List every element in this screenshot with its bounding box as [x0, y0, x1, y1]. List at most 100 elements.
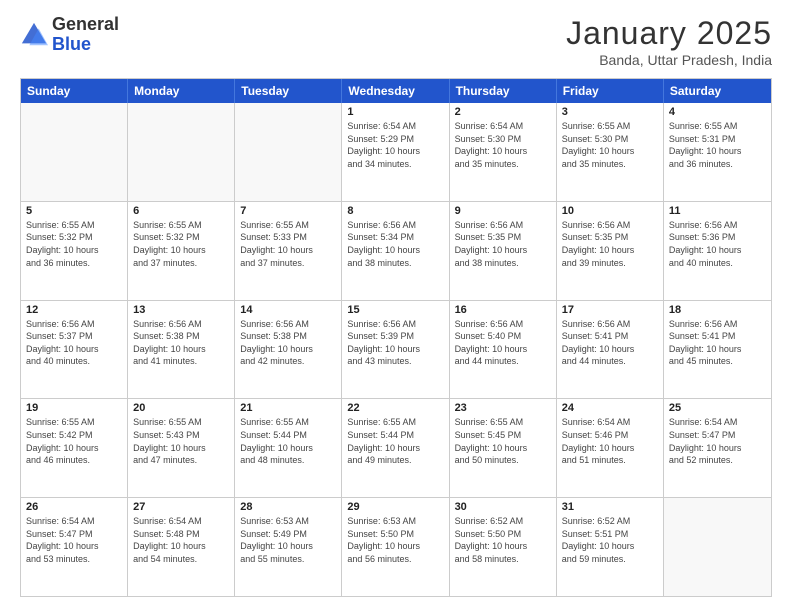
day-number-10: 10	[562, 205, 658, 217]
calendar-day-22: 22Sunrise: 6:55 AM Sunset: 5:44 PM Dayli…	[342, 399, 449, 497]
calendar-day-6: 6 Sunrise: 6:55 AM Sunset: 5:32 PM Daylig…	[128, 202, 235, 300]
day-info-20: Sunrise: 6:55 AM Sunset: 5:43 PM Dayligh…	[133, 416, 229, 466]
calendar-day-17: 17 Sunrise: 6:56 AM Sunset: 5:41 PM Dayli…	[557, 301, 664, 399]
calendar-day-18: 18 Sunrise: 6:56 AM Sunset: 5:41 PM Dayli…	[664, 301, 771, 399]
day-number-25: 25	[669, 402, 766, 414]
calendar: Sunday Monday Tuesday Wednesday Thursday…	[20, 78, 772, 597]
day-number-19: 19	[26, 402, 122, 414]
day-info-18: Sunrise: 6:56 AM Sunset: 5:41 PM Dayligh…	[669, 318, 766, 368]
day-header-sunday: Sunday	[21, 79, 128, 103]
day-info-16: Sunrise: 6:56 AM Sunset: 5:40 PM Dayligh…	[455, 318, 551, 368]
calendar-day-9: 9 Sunrise: 6:56 AM Sunset: 5:35 PM Daylig…	[450, 202, 557, 300]
day-info-9: Sunrise: 6:56 AM Sunset: 5:35 PM Dayligh…	[455, 219, 551, 269]
day-info-24: Sunrise: 6:54 AM Sunset: 5:46 PM Dayligh…	[562, 416, 658, 466]
calendar-day-28: 28 Sunrise: 6:53 AM Sunset: 5:49 PM Dayli…	[235, 498, 342, 596]
logo-blue: Blue	[52, 34, 91, 54]
day-info-25: Sunrise: 6:54 AM Sunset: 5:47 PM Dayligh…	[669, 416, 766, 466]
calendar-day-14: 14 Sunrise: 6:56 AM Sunset: 5:38 PM Dayli…	[235, 301, 342, 399]
day-info-15: Sunrise: 6:56 AM Sunset: 5:39 PM Dayligh…	[347, 318, 443, 368]
day-number-3: 3	[562, 106, 658, 118]
calendar-day-15: 15 Sunrise: 6:56 AM Sunset: 5:39 PM Dayli…	[342, 301, 449, 399]
day-number-22: 22	[347, 402, 443, 414]
calendar-day-25: 25 Sunrise: 6:54 AM Sunset: 5:47 PM Dayli…	[664, 399, 771, 497]
calendar-day-13: 13 Sunrise: 6:56 AM Sunset: 5:38 PM Dayli…	[128, 301, 235, 399]
day-number-20: 20	[133, 402, 229, 414]
calendar-day-30: 30 Sunrise: 6:52 AM Sunset: 5:50 PM Dayli…	[450, 498, 557, 596]
calendar-day-11: 11Sunrise: 6:56 AM Sunset: 5:36 PM Dayli…	[664, 202, 771, 300]
day-info-28: Sunrise: 6:53 AM Sunset: 5:49 PM Dayligh…	[240, 515, 336, 565]
day-info-13: Sunrise: 6:56 AM Sunset: 5:38 PM Dayligh…	[133, 318, 229, 368]
day-info-29: Sunrise: 6:53 AM Sunset: 5:50 PM Dayligh…	[347, 515, 443, 565]
title-block: January 2025 Banda, Uttar Pradesh, India	[566, 15, 772, 68]
calendar-day-10: 10 Sunrise: 6:56 AM Sunset: 5:35 PM Dayli…	[557, 202, 664, 300]
calendar-day-29: 29 Sunrise: 6:53 AM Sunset: 5:50 PM Dayli…	[342, 498, 449, 596]
calendar-day-4: 4Sunrise: 6:55 AM Sunset: 5:31 PM Daylig…	[664, 103, 771, 201]
day-number-9: 9	[455, 205, 551, 217]
day-header-wednesday: Wednesday	[342, 79, 449, 103]
calendar-day-5: 5 Sunrise: 6:55 AM Sunset: 5:32 PM Daylig…	[21, 202, 128, 300]
calendar-week-2: 5 Sunrise: 6:55 AM Sunset: 5:32 PM Daylig…	[21, 202, 771, 301]
day-info-21: Sunrise: 6:55 AM Sunset: 5:44 PM Dayligh…	[240, 416, 336, 466]
day-info-5: Sunrise: 6:55 AM Sunset: 5:32 PM Dayligh…	[26, 219, 122, 269]
day-number-29: 29	[347, 501, 443, 513]
calendar-day-empty	[128, 103, 235, 201]
logo-icon	[20, 21, 48, 49]
logo: General Blue	[20, 15, 119, 55]
day-info-19: Sunrise: 6:55 AM Sunset: 5:42 PM Dayligh…	[26, 416, 122, 466]
calendar-day-31: 31Sunrise: 6:52 AM Sunset: 5:51 PM Dayli…	[557, 498, 664, 596]
day-info-2: Sunrise: 6:54 AM Sunset: 5:30 PM Dayligh…	[455, 120, 551, 170]
day-number-26: 26	[26, 501, 122, 513]
day-info-27: Sunrise: 6:54 AM Sunset: 5:48 PM Dayligh…	[133, 515, 229, 565]
calendar-day-21: 21Sunrise: 6:55 AM Sunset: 5:44 PM Dayli…	[235, 399, 342, 497]
day-number-30: 30	[455, 501, 551, 513]
day-number-6: 6	[133, 205, 229, 217]
day-number-4: 4	[669, 106, 766, 118]
day-header-saturday: Saturday	[664, 79, 771, 103]
day-info-7: Sunrise: 6:55 AM Sunset: 5:33 PM Dayligh…	[240, 219, 336, 269]
day-number-15: 15	[347, 304, 443, 316]
calendar-day-16: 16 Sunrise: 6:56 AM Sunset: 5:40 PM Dayli…	[450, 301, 557, 399]
day-number-14: 14	[240, 304, 336, 316]
day-info-23: Sunrise: 6:55 AM Sunset: 5:45 PM Dayligh…	[455, 416, 551, 466]
day-number-17: 17	[562, 304, 658, 316]
day-info-17: Sunrise: 6:56 AM Sunset: 5:41 PM Dayligh…	[562, 318, 658, 368]
calendar-body: 1 Sunrise: 6:54 AM Sunset: 5:29 PM Daylig…	[21, 103, 771, 596]
day-number-7: 7	[240, 205, 336, 217]
calendar-day-1: 1 Sunrise: 6:54 AM Sunset: 5:29 PM Daylig…	[342, 103, 449, 201]
calendar-day-24: 24 Sunrise: 6:54 AM Sunset: 5:46 PM Dayli…	[557, 399, 664, 497]
day-number-23: 23	[455, 402, 551, 414]
day-header-friday: Friday	[557, 79, 664, 103]
day-header-monday: Monday	[128, 79, 235, 103]
day-header-thursday: Thursday	[450, 79, 557, 103]
calendar-week-4: 19 Sunrise: 6:55 AM Sunset: 5:42 PM Dayli…	[21, 399, 771, 498]
day-header-tuesday: Tuesday	[235, 79, 342, 103]
calendar-week-5: 26Sunrise: 6:54 AM Sunset: 5:47 PM Dayli…	[21, 498, 771, 596]
calendar-day-12: 12Sunrise: 6:56 AM Sunset: 5:37 PM Dayli…	[21, 301, 128, 399]
header: General Blue January 2025 Banda, Uttar P…	[20, 15, 772, 68]
day-number-18: 18	[669, 304, 766, 316]
calendar-week-3: 12Sunrise: 6:56 AM Sunset: 5:37 PM Dayli…	[21, 301, 771, 400]
day-number-5: 5	[26, 205, 122, 217]
day-number-16: 16	[455, 304, 551, 316]
day-number-1: 1	[347, 106, 443, 118]
day-number-27: 27	[133, 501, 229, 513]
logo-text: General Blue	[52, 15, 119, 55]
day-info-6: Sunrise: 6:55 AM Sunset: 5:32 PM Dayligh…	[133, 219, 229, 269]
day-number-28: 28	[240, 501, 336, 513]
logo-general: General	[52, 14, 119, 34]
calendar-week-1: 1 Sunrise: 6:54 AM Sunset: 5:29 PM Daylig…	[21, 103, 771, 202]
day-info-10: Sunrise: 6:56 AM Sunset: 5:35 PM Dayligh…	[562, 219, 658, 269]
calendar-day-2: 2Sunrise: 6:54 AM Sunset: 5:30 PM Daylig…	[450, 103, 557, 201]
calendar-day-27: 27 Sunrise: 6:54 AM Sunset: 5:48 PM Dayli…	[128, 498, 235, 596]
day-info-14: Sunrise: 6:56 AM Sunset: 5:38 PM Dayligh…	[240, 318, 336, 368]
day-number-13: 13	[133, 304, 229, 316]
day-info-31: Sunrise: 6:52 AM Sunset: 5:51 PM Dayligh…	[562, 515, 658, 565]
day-info-1: Sunrise: 6:54 AM Sunset: 5:29 PM Dayligh…	[347, 120, 443, 170]
calendar-day-empty	[21, 103, 128, 201]
calendar-header: Sunday Monday Tuesday Wednesday Thursday…	[21, 79, 771, 103]
day-info-11: Sunrise: 6:56 AM Sunset: 5:36 PM Dayligh…	[669, 219, 766, 269]
calendar-day-20: 20 Sunrise: 6:55 AM Sunset: 5:43 PM Dayli…	[128, 399, 235, 497]
day-info-30: Sunrise: 6:52 AM Sunset: 5:50 PM Dayligh…	[455, 515, 551, 565]
day-number-24: 24	[562, 402, 658, 414]
calendar-day-empty	[664, 498, 771, 596]
